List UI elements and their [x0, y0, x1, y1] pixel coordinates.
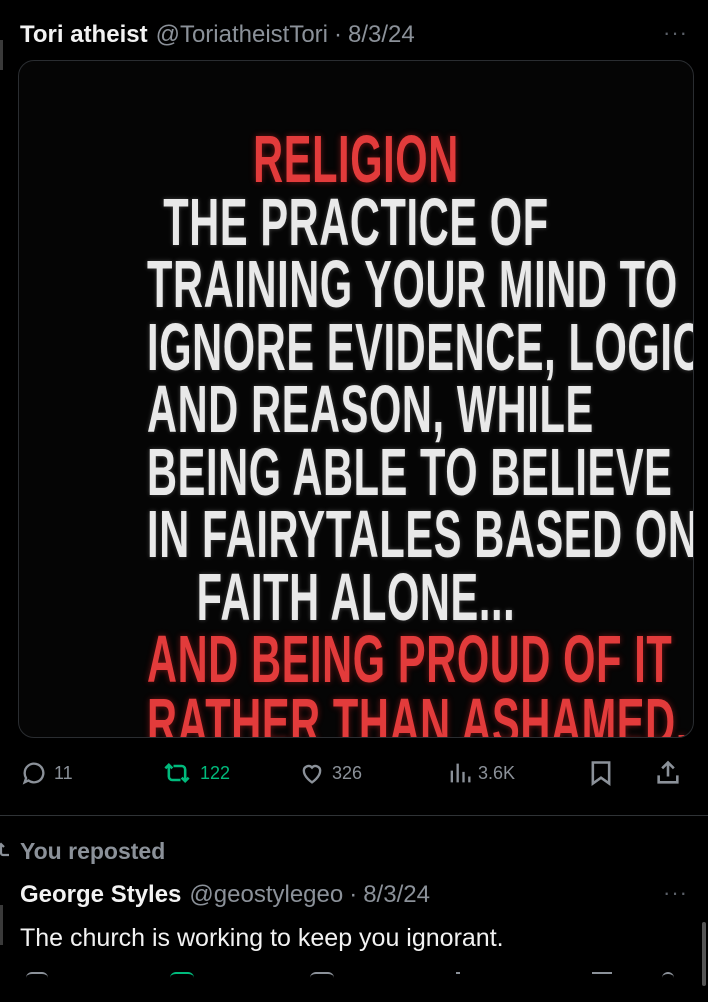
reply-icon-partial[interactable]: [26, 972, 48, 980]
like-button[interactable]: 326: [298, 756, 362, 790]
view-count: 3.6K: [478, 762, 516, 783]
repost-icon: [164, 763, 190, 783]
media-line: IGNORE EVIDENCE, LOGIC: [147, 309, 694, 385]
post-action-bar: 11 122 326 3.6K: [20, 756, 688, 790]
bookmark-button[interactable]: [588, 756, 614, 790]
repost-notice: You reposted: [0, 838, 166, 865]
more-options-button[interactable]: ···: [663, 20, 688, 46]
repost-icon-partial[interactable]: [170, 972, 194, 980]
post2-header: George Styles @geostylegeo · 8/3/24 ···: [20, 878, 688, 912]
thread-rail-lower: [0, 905, 3, 945]
media-line: FAITH ALONE...: [196, 559, 516, 635]
post-date[interactable]: 8/3/24: [348, 21, 415, 49]
post-header: Tori atheist @ToriatheistTori · 8/3/24 ·…: [20, 18, 688, 52]
post2-date[interactable]: 8/3/24: [363, 881, 430, 909]
reply-button[interactable]: 11: [20, 756, 73, 790]
media-line: AND BEING PROUD OF IT: [147, 622, 673, 697]
views-button[interactable]: 3.6K: [448, 756, 515, 790]
bookmark-icon-partial[interactable]: [592, 972, 612, 980]
reply-count: 11: [54, 762, 73, 783]
bookmark-icon: [591, 761, 611, 786]
media-line: IN FAIRYTALES BASED ON: [147, 497, 694, 572]
media-line: RATHER THAN ASHAMED.: [147, 684, 688, 738]
author-name[interactable]: Tori atheist: [20, 21, 148, 49]
repost-button[interactable]: 122: [160, 756, 230, 790]
views-icon-partial[interactable]: [456, 972, 460, 980]
share-button[interactable]: [654, 756, 682, 790]
share-icon: [657, 760, 679, 784]
media-text-block: RELIGION THE PRACTICE OF TRAINING YOUR MIN…: [147, 122, 694, 738]
small-repost-icon: [0, 842, 9, 857]
post-media-image[interactable]: RELIGION THE PRACTICE OF TRAINING YOUR MIN…: [18, 60, 694, 738]
post2-author-name[interactable]: George Styles: [20, 881, 181, 909]
like-count: 326: [332, 762, 363, 783]
repost-notice-text: You reposted: [20, 838, 166, 864]
media-line: AND REASON, WHILE: [147, 372, 594, 447]
heart-icon: [302, 764, 322, 784]
scrollbar-thumb[interactable]: [702, 922, 706, 986]
media-line: BEING ABLE TO BELIEVE: [147, 434, 673, 510]
media-line: THE PRACTICE OF: [163, 184, 549, 260]
reply-icon: [22, 762, 45, 785]
media-line: RELIGION: [253, 122, 459, 197]
post2-action-bar-partial: [20, 972, 688, 1002]
post2-more-options-button[interactable]: ···: [663, 880, 688, 906]
views-chart-icon: [450, 763, 471, 783]
media-line: TRAINING YOUR MIND TO: [147, 247, 678, 322]
share-icon-partial[interactable]: [662, 972, 674, 980]
thread-rail: [0, 40, 3, 70]
author-handle[interactable]: @ToriatheistTori: [156, 21, 328, 49]
heart-icon-partial[interactable]: [310, 972, 334, 980]
post2-separator-dot: ·: [349, 881, 358, 908]
post-divider: [0, 815, 708, 816]
post2-author-handle[interactable]: @geostylegeo: [189, 881, 343, 909]
separator-dot: ·: [334, 21, 342, 48]
post2-body-text: The church is working to keep you ignora…: [20, 924, 504, 952]
repost-count: 122: [200, 762, 231, 783]
